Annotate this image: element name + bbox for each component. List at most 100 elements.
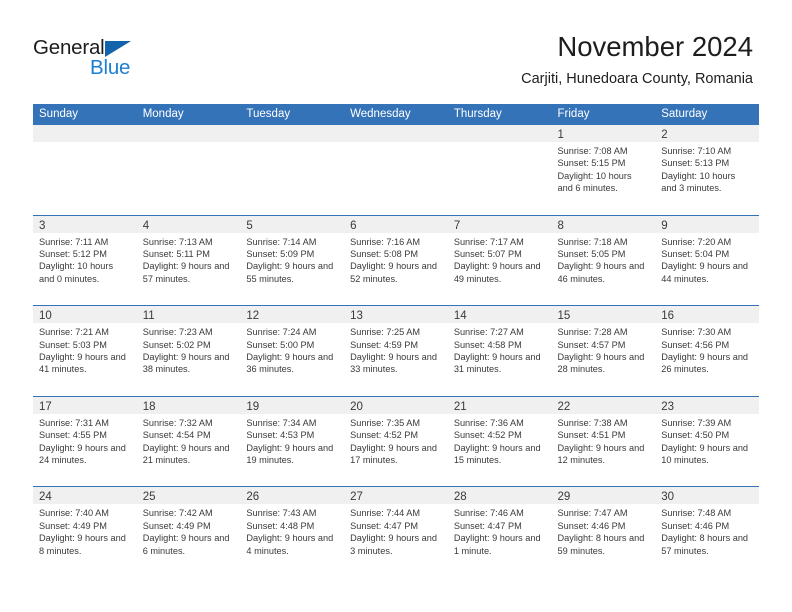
daylight-text: Daylight: 9 hours and 1 minute.	[453, 533, 541, 556]
day-sun-info: Sunrise: 7:30 AM Sunset: 4:56 PM Daylight:…	[655, 323, 759, 376]
day-number-band: 2	[655, 125, 759, 142]
sunrise-text: Sunrise: 7:08 AM	[557, 146, 628, 156]
day-number-band: 13	[344, 306, 448, 324]
day-number: 13	[350, 310, 363, 323]
calendar-day-cell[interactable]: 17 Sunrise: 7:31 AM Sunset: 4:55 PM Dayligh…	[33, 396, 137, 487]
brand-logo[interactable]: General Blue	[33, 36, 163, 82]
calendar-day-cell[interactable]: 25 Sunrise: 7:42 AM Sunset: 4:49 PM Dayligh…	[136, 487, 241, 577]
day-sun-info: Sunrise: 7:18 AM Sunset: 5:05 PM Daylight:…	[552, 233, 656, 286]
daylight-text: Daylight: 9 hours and 44 minutes.	[661, 261, 749, 284]
day-sun-info: Sunrise: 7:46 AM Sunset: 4:47 PM Daylight:…	[448, 504, 552, 557]
sunset-text: Sunset: 4:52 PM	[453, 430, 522, 441]
daylight-text: Daylight: 10 hours and 3 minutes.	[661, 170, 736, 194]
calendar-day-cell[interactable]: 8 Sunrise: 7:18 AM Sunset: 5:05 PM Daylight…	[551, 215, 656, 306]
calendar-day-cell[interactable]: 1 Sunrise: 7:08 AM Sunset: 5:15 PM Daylight…	[551, 125, 656, 215]
calendar-day-cell[interactable]: 29 Sunrise: 7:47 AM Sunset: 4:46 PM Dayligh…	[551, 487, 656, 577]
day-number: 11	[142, 310, 155, 323]
calendar-week-row: 10 Sunrise: 7:21 AM Sunset: 5:03 PM Dayligh…	[33, 305, 759, 396]
day-sun-info: Sunrise: 7:43 AM Sunset: 4:48 PM Daylight:…	[240, 504, 344, 557]
page-title: November 2024	[557, 31, 753, 62]
day-number: 23	[661, 400, 675, 413]
day-sun-info: Sunrise: 7:21 AM Sunset: 5:03 PM Daylight:…	[33, 323, 137, 376]
day-number: 21	[453, 400, 467, 413]
daylight-text: Daylight: 9 hours and 38 minutes.	[142, 352, 230, 375]
weekday-header-monday: Monday	[142, 108, 184, 120]
day-sun-info: Sunrise: 7:08 AM Sunset: 5:15 PM Daylight:…	[552, 142, 656, 195]
calendar-day-cell[interactable]: 28 Sunrise: 7:46 AM Sunset: 4:47 PM Dayligh…	[447, 487, 552, 577]
daylight-text: Daylight: 9 hours and 26 minutes.	[661, 352, 749, 375]
calendar-day-cell[interactable]: 11 Sunrise: 7:23 AM Sunset: 5:02 PM Dayligh…	[136, 306, 241, 396]
calendar-day-cell[interactable]: 14 Sunrise: 7:27 AM Sunset: 4:58 PM Dayligh…	[447, 306, 552, 396]
day-number-band	[33, 125, 137, 142]
calendar-day-cell[interactable]: 22 Sunrise: 7:38 AM Sunset: 4:51 PM Dayligh…	[551, 396, 656, 487]
calendar-day-cell[interactable]: 12 Sunrise: 7:24 AM Sunset: 5:00 PM Dayligh…	[240, 306, 345, 396]
calendar-day-cell[interactable]: 3 Sunrise: 7:11 AM Sunset: 5:12 PM Daylight…	[33, 215, 137, 306]
calendar-day-cell[interactable]: 21 Sunrise: 7:36 AM Sunset: 4:52 PM Dayligh…	[447, 396, 552, 487]
sunrise-text: Sunrise: 7:14 AM	[246, 236, 317, 247]
daylight-text: Daylight: 9 hours and 21 minutes.	[142, 442, 230, 465]
day-sun-info: Sunrise: 7:13 AM Sunset: 5:11 PM Daylight:…	[137, 233, 241, 286]
day-sun-info: Sunrise: 7:16 AM Sunset: 5:08 PM Daylight:…	[344, 233, 448, 286]
day-sun-info: Sunrise: 7:47 AM Sunset: 4:46 PM Daylight:…	[552, 504, 656, 557]
page-subtitle: Carjiti, Hunedoara County, Romania	[521, 71, 753, 87]
calendar-day-cell[interactable]: 24 Sunrise: 7:40 AM Sunset: 4:49 PM Dayligh…	[33, 487, 137, 577]
calendar-day-cell[interactable]: 4 Sunrise: 7:13 AM Sunset: 5:11 PM Daylight…	[136, 215, 241, 306]
day-number: 22	[557, 400, 571, 413]
sunrise-text: Sunrise: 7:21 AM	[39, 327, 109, 338]
calendar-day-cell[interactable]: 20 Sunrise: 7:35 AM Sunset: 4:52 PM Dayligh…	[344, 396, 448, 487]
daylight-text: Daylight: 9 hours and 4 minutes.	[246, 533, 334, 556]
sunrise-text: Sunrise: 7:30 AM	[661, 327, 732, 338]
day-sun-info: Sunrise: 7:10 AM Sunset: 5:13 PM Daylight:…	[655, 142, 759, 195]
weekday-header-sunday: Sunday	[39, 108, 79, 120]
day-number-band: 19	[240, 396, 345, 414]
day-number: 30	[661, 491, 675, 504]
day-sun-info: Sunrise: 7:25 AM Sunset: 4:59 PM Daylight:…	[344, 323, 448, 376]
daylight-text: Daylight: 9 hours and 24 minutes.	[39, 442, 126, 465]
daylight-text: Daylight: 9 hours and 15 minutes.	[453, 442, 541, 465]
sunrise-text: Sunrise: 7:24 AM	[246, 327, 317, 338]
day-number: 12	[246, 310, 260, 323]
day-number-band	[447, 125, 552, 142]
day-number: 4	[142, 219, 150, 232]
calendar-day-cell[interactable]: 9 Sunrise: 7:20 AM Sunset: 5:04 PM Daylight…	[655, 215, 759, 306]
page-header: General Blue November 2024 Carjiti, Hune…	[0, 0, 792, 100]
daylight-text: Daylight: 9 hours and 36 minutes.	[246, 352, 334, 375]
calendar-day-cell[interactable]: 13 Sunrise: 7:25 AM Sunset: 4:59 PM Dayligh…	[344, 306, 448, 396]
daylight-text: Daylight: 9 hours and 19 minutes.	[246, 442, 334, 465]
calendar-day-cell[interactable]: 6 Sunrise: 7:16 AM Sunset: 5:08 PM Daylight…	[344, 215, 448, 306]
calendar-day-cell[interactable]: 26 Sunrise: 7:43 AM Sunset: 4:48 PM Dayligh…	[240, 487, 345, 577]
calendar-day-cell[interactable]: 30 Sunrise: 7:48 AM Sunset: 4:46 PM Dayligh…	[655, 487, 759, 577]
calendar-day-cell[interactable]: 23 Sunrise: 7:39 AM Sunset: 4:50 PM Dayligh…	[655, 396, 759, 487]
daylight-text: Daylight: 9 hours and 41 minutes.	[39, 352, 126, 375]
sunrise-text: Sunrise: 7:10 AM	[661, 146, 732, 156]
calendar-day-cell-empty	[447, 125, 552, 215]
calendar-day-cell[interactable]: 27 Sunrise: 7:44 AM Sunset: 4:47 PM Dayligh…	[344, 487, 448, 577]
sunset-text: Sunset: 4:46 PM	[557, 520, 626, 531]
sunrise-text: Sunrise: 7:11 AM	[39, 236, 109, 247]
day-number: 26	[246, 491, 260, 504]
sunrise-text: Sunrise: 7:17 AM	[453, 236, 524, 247]
sunset-text: Sunset: 5:13 PM	[661, 158, 730, 169]
day-number: 2	[661, 129, 668, 141]
weekday-header-tuesday: Tuesday	[246, 108, 291, 120]
calendar-page: General Blue November 2024 Carjiti, Hune…	[0, 0, 792, 612]
calendar-day-cell[interactable]: 10 Sunrise: 7:21 AM Sunset: 5:03 PM Dayligh…	[33, 306, 137, 396]
day-number-band: 12	[240, 306, 345, 324]
calendar-day-cell[interactable]: 2 Sunrise: 7:10 AM Sunset: 5:13 PM Daylight…	[655, 125, 759, 215]
daylight-text: Daylight: 9 hours and 33 minutes.	[350, 352, 437, 375]
daylight-text: Daylight: 9 hours and 52 minutes.	[350, 261, 437, 284]
calendar-day-cell[interactable]: 19 Sunrise: 7:34 AM Sunset: 4:53 PM Dayligh…	[240, 396, 345, 487]
calendar-day-cell-empty	[136, 125, 241, 215]
calendar-day-cell[interactable]: 18 Sunrise: 7:32 AM Sunset: 4:54 PM Dayligh…	[136, 396, 241, 487]
day-number-band: 8	[551, 215, 656, 233]
day-number: 19	[246, 400, 260, 413]
day-sun-info: Sunrise: 7:23 AM Sunset: 5:02 PM Daylight:…	[137, 323, 241, 376]
calendar-day-cell[interactable]: 7 Sunrise: 7:17 AM Sunset: 5:07 PM Daylight…	[447, 215, 552, 306]
day-number-band: 25	[136, 487, 241, 505]
daylight-text: Daylight: 9 hours and 3 minutes.	[350, 533, 437, 556]
day-sun-info: Sunrise: 7:28 AM Sunset: 4:57 PM Daylight:…	[552, 323, 656, 376]
calendar-day-cell[interactable]: 15 Sunrise: 7:28 AM Sunset: 4:57 PM Dayligh…	[551, 306, 656, 396]
sunset-text: Sunset: 5:09 PM	[246, 249, 315, 259]
calendar-day-cell[interactable]: 16 Sunrise: 7:30 AM Sunset: 4:56 PM Dayligh…	[655, 306, 759, 396]
calendar-day-cell[interactable]: 5 Sunrise: 7:14 AM Sunset: 5:09 PM Daylight…	[240, 215, 345, 306]
